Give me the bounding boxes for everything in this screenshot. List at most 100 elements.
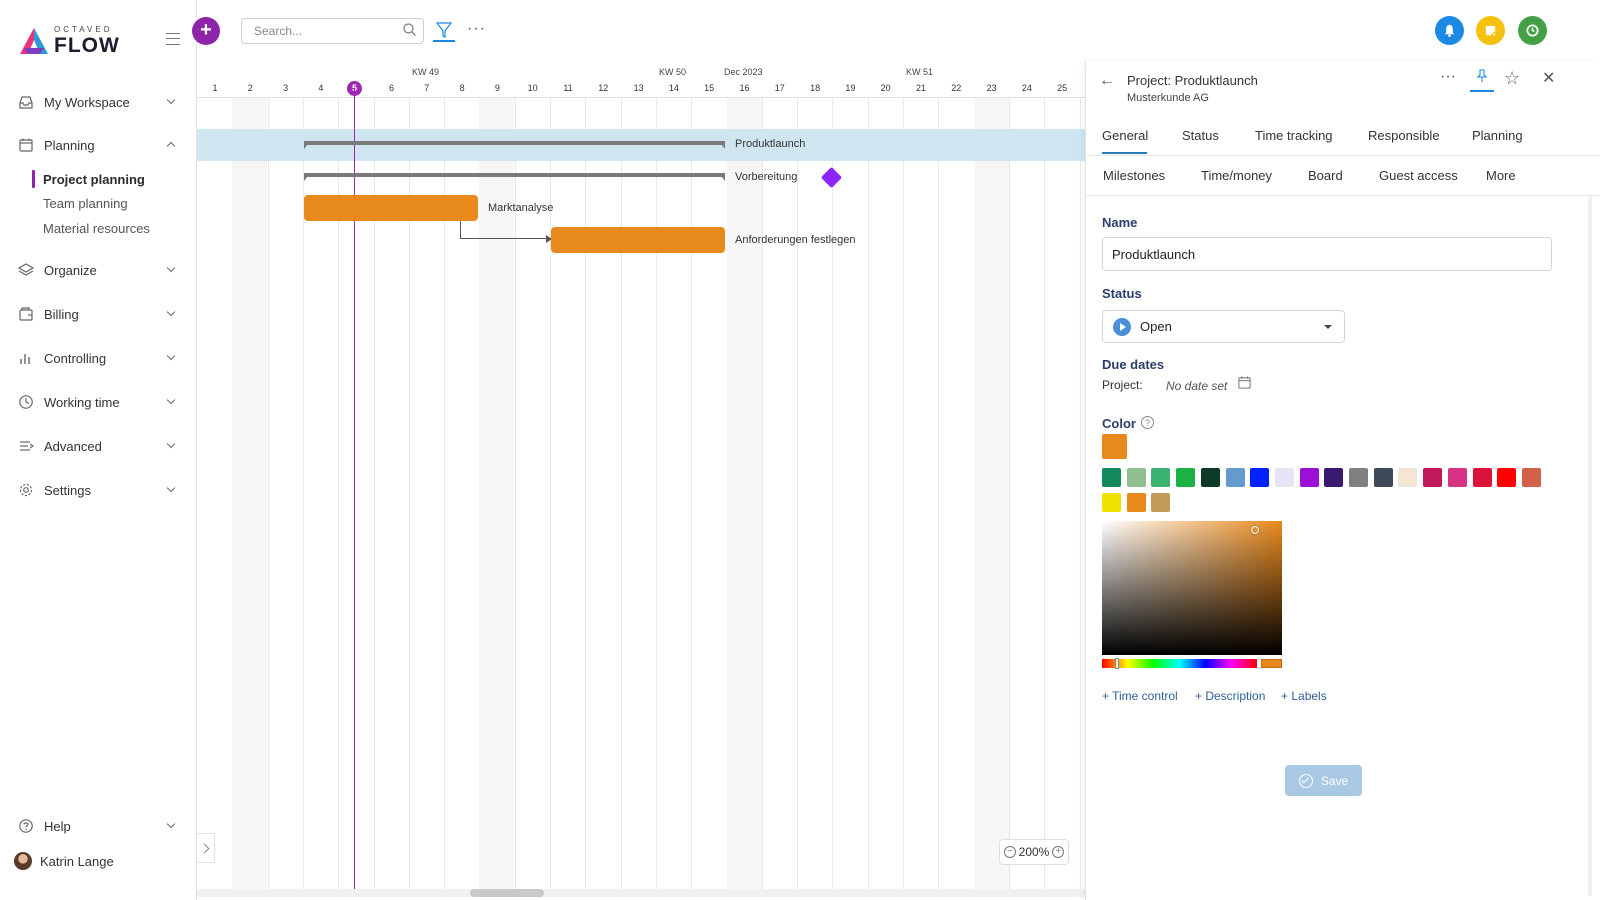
sidebar-item-settings[interactable]: Settings [0,476,196,504]
name-field[interactable] [1102,237,1552,271]
color-swatch[interactable] [1225,468,1245,487]
status-value: Open [1140,319,1172,334]
tab-guest-access[interactable]: Guest access [1379,168,1458,183]
tab-planning[interactable]: Planning [1472,128,1523,143]
gear-icon [18,482,34,498]
color-swatch[interactable] [1250,468,1270,487]
picker-handle[interactable] [1251,526,1259,534]
sidebar-item-advanced[interactable]: Advanced [0,432,196,460]
panel-title: Project: Produktlaunch [1127,73,1258,88]
help-icon[interactable]: ? [1141,416,1154,429]
color-label: Color [1102,416,1136,431]
sidebar-subitem-team-planning[interactable]: Team planning [43,196,128,211]
tab-responsible[interactable]: Responsible [1368,128,1440,143]
color-swatch[interactable] [1472,468,1492,487]
scrollbar-thumb[interactable] [470,889,544,897]
task-bar-marktanalyse[interactable] [304,195,478,221]
calendar-icon[interactable] [1237,375,1252,390]
user-profile[interactable]: Katrin Lange [14,852,114,870]
star-icon[interactable]: ☆ [1504,68,1520,89]
color-swatch[interactable] [1176,468,1196,487]
gantt-row-selected[interactable] [197,129,1085,161]
color-picker-area[interactable] [1102,521,1282,655]
color-swatch[interactable] [1324,468,1344,487]
color-swatch[interactable] [1497,468,1517,487]
search-icon[interactable] [403,23,416,36]
color-swatch[interactable] [1398,468,1418,487]
zoom-out-icon[interactable]: − [1003,846,1016,858]
day-label: 6 [388,83,394,93]
day-label: 19 [845,83,856,93]
color-swatch[interactable] [1151,468,1171,487]
day-label: 15 [704,83,715,93]
sidebar-item-working-time[interactable]: Working time [0,388,196,416]
color-swatch[interactable] [1126,493,1146,512]
sidebar-item-billing[interactable]: Billing [0,300,196,328]
color-swatch[interactable] [1151,493,1171,512]
sidebar-item-planning[interactable]: Planning [0,131,196,159]
notes-icon[interactable] [1476,16,1505,45]
color-swatch[interactable] [1521,468,1541,487]
color-swatch[interactable] [1102,493,1121,512]
zoom-in-icon[interactable]: + [1052,846,1065,858]
hue-slider-handle[interactable] [1115,658,1119,669]
color-swatch[interactable] [1102,468,1121,487]
color-swatch[interactable] [1274,468,1294,487]
month-label: Dec 2023 [724,67,763,77]
save-button[interactable]: Save [1285,765,1362,796]
expand-panel-button[interactable] [197,833,215,863]
notifications-icon[interactable] [1435,16,1464,45]
task-bar-anforderungen[interactable] [551,227,725,253]
sidebar-item-organize[interactable]: Organize [0,256,196,284]
color-swatch[interactable] [1447,468,1467,487]
sidebar-item-label: My Workspace [44,94,130,110]
chevron-down-icon [166,95,176,105]
color-swatch[interactable] [1126,468,1146,487]
add-time-control-link[interactable]: + Time control [1102,689,1178,703]
due-project-value[interactable]: No date set [1166,379,1227,393]
tab-milestones[interactable]: Milestones [1103,168,1165,183]
grid-line [1008,80,1010,892]
color-swatch[interactable] [1349,468,1368,487]
logo[interactable]: OCTAVED FLOW [18,26,120,56]
sidebar-item-help[interactable]: Help [0,812,196,840]
gantt-timeline-header: KW 49 KW 50 Dec 2023 KW 51 1 2 3 4 6 7 8 9 10 11 1… [197,62,1085,98]
timer-icon[interactable] [1518,16,1547,45]
status-select[interactable]: Open [1102,310,1345,343]
filter-icon[interactable] [433,20,455,42]
more-options-icon[interactable]: ··· [1440,68,1456,86]
add-description-link[interactable]: + Description [1195,689,1265,703]
color-swatch[interactable] [1373,468,1393,487]
sidebar-subitem-material-resources[interactable]: Material resources [43,221,150,236]
day-label: 10 [527,83,538,93]
sidebar-item-my-workspace[interactable]: My Workspace [0,88,196,116]
calendar-icon [18,137,34,153]
back-arrow-icon[interactable]: ← [1099,72,1115,90]
milestone-marker[interactable] [820,166,843,189]
summary-bar-vorbereitung[interactable] [304,173,725,181]
color-swatch[interactable] [1200,468,1220,487]
close-icon[interactable]: ✕ [1542,68,1555,88]
hue-slider[interactable] [1102,658,1257,669]
tab-board[interactable]: Board [1308,168,1343,183]
project-detail-panel: ← Project: Produktlaunch Musterkunde AG … [1085,62,1600,900]
tab-time-tracking[interactable]: Time tracking [1255,128,1333,143]
summary-bar-produktlaunch[interactable] [304,141,725,149]
tab-more[interactable]: More [1486,168,1516,183]
sidebar-item-controlling[interactable]: Controlling [0,344,196,372]
tab-time-money[interactable]: Time/money [1201,168,1272,183]
color-swatch[interactable] [1423,468,1443,487]
search-input[interactable] [241,18,424,44]
menu-toggle-icon[interactable] [166,33,180,45]
vertical-scrollbar[interactable] [1588,196,1592,896]
add-labels-link[interactable]: + Labels [1281,689,1327,703]
tab-general[interactable]: General [1102,128,1148,143]
chevron-down-icon [166,819,176,829]
sidebar-subitem-project-planning[interactable]: Project planning [43,172,145,187]
color-swatch[interactable] [1299,468,1319,487]
horizontal-scrollbar[interactable] [197,889,1085,897]
more-options-icon[interactable]: ··· [467,20,486,38]
add-button[interactable]: + [192,17,220,45]
tab-status[interactable]: Status [1182,128,1219,143]
pin-icon[interactable] [1470,68,1494,92]
